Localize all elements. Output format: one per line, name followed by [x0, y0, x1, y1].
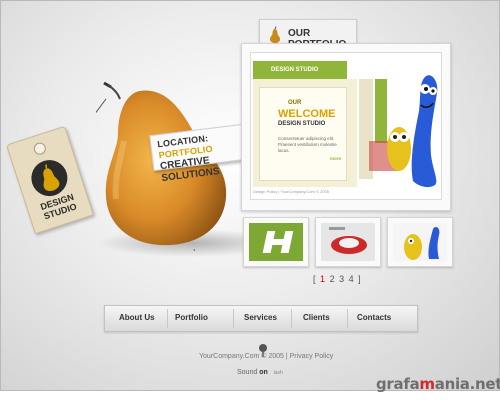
nav-portfolio[interactable]: Portfolio: [175, 313, 208, 322]
page-link-4[interactable]: 4: [349, 274, 355, 284]
nav-divider: [233, 309, 234, 328]
nav-about-us[interactable]: About Us: [119, 313, 155, 322]
main-navigation: About Us Portfolio Services Clients Cont…: [104, 305, 418, 332]
sound-label: Sound: [237, 369, 258, 376]
thumbnail-1[interactable]: [243, 217, 309, 267]
thumbnail-1-image: [249, 223, 303, 261]
preview-header-text: DESIGN STUDIO: [271, 67, 319, 73]
nav-divider: [347, 309, 348, 328]
design-studio-tag: DESIGN STUDIO: [5, 125, 95, 235]
watermark-part-1: gra: [376, 375, 404, 393]
watermark-part-3: m: [419, 375, 435, 393]
pagination-open: [: [313, 274, 317, 284]
sound-toggle[interactable]: Sound on lash: [237, 369, 283, 376]
sound-off[interactable]: lash: [274, 370, 283, 376]
preview-welcome: WELCOME: [278, 108, 336, 120]
watermark-part-4: ania.net: [434, 375, 500, 393]
page-frame: DESIGN STUDIO LOCATION: PORTFOLIO CREATI…: [0, 0, 500, 391]
preview-more-link: more: [330, 156, 342, 161]
pear-icon: [270, 26, 280, 43]
nav-divider: [291, 309, 292, 328]
nav-divider: [167, 309, 168, 328]
watermark-part-2: fa: [403, 375, 420, 393]
page-link-3[interactable]: 3: [339, 274, 345, 284]
sound-on[interactable]: on: [259, 369, 268, 376]
preview-footer: Design Policy | YourCompany.Com © 2005: [253, 189, 329, 194]
tag-hole: [32, 141, 48, 157]
preview-body: OUR WELCOME DESIGN STUDIO Consectetuer a…: [253, 79, 357, 187]
thumbnail-strip: [241, 217, 453, 269]
nav-services[interactable]: Services: [244, 313, 277, 322]
preview-content: OUR WELCOME DESIGN STUDIO Consectetuer a…: [259, 87, 347, 181]
footer-copyright: YourCompany.Com © 2005 | Privacy Policy: [199, 353, 334, 360]
watermark: grafamania.net: [376, 375, 500, 393]
thumbnail-2[interactable]: [315, 217, 381, 267]
portfolio-panel: DESIGN STUDIO OUR WELCOME DESIGN STUDIO …: [241, 43, 451, 211]
preview-body-text: Consectetuer adipiscing elit. Praesent v…: [278, 136, 337, 153]
preview-our: OUR: [288, 100, 302, 106]
thumbnail-3-image: [393, 223, 447, 261]
nav-clients[interactable]: Clients: [303, 313, 330, 322]
pagination: [ 1 2 3 4 ]: [313, 274, 362, 284]
pagination-close: ]: [358, 274, 362, 284]
thumbnail-2-image: [321, 223, 375, 261]
nav-contacts[interactable]: Contacts: [357, 313, 391, 322]
preview-subtitle: DESIGN STUDIO: [278, 121, 326, 127]
page-link-1[interactable]: 1: [320, 274, 326, 284]
page-link-2[interactable]: 2: [330, 274, 336, 284]
portfolio-preview[interactable]: DESIGN STUDIO OUR WELCOME DESIGN STUDIO …: [250, 52, 442, 200]
cartoon-characters-image: [369, 75, 438, 188]
thumbnail-3[interactable]: [387, 217, 453, 267]
